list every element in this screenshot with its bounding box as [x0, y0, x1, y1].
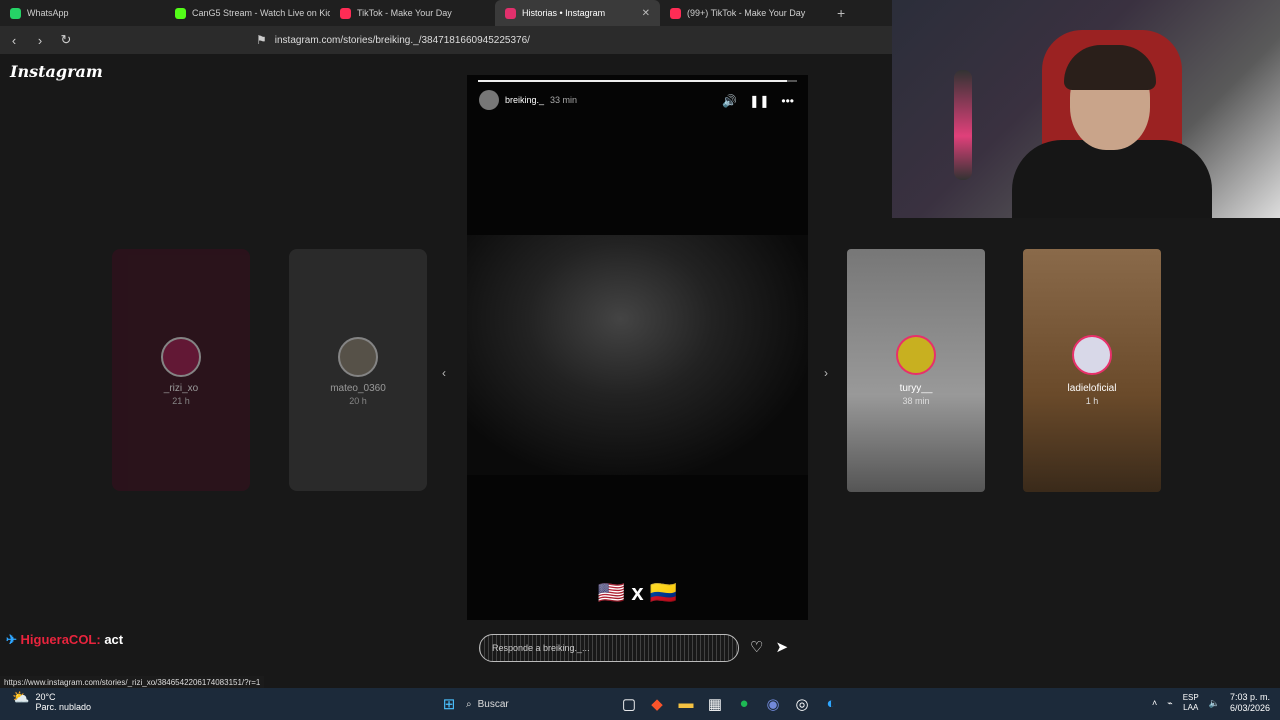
story-controls: 🔊 ❚❚ •••	[722, 94, 794, 108]
lang-layout: LAA	[1183, 703, 1199, 712]
bookmark-icon[interactable]: ⚑	[256, 33, 267, 47]
pause-icon[interactable]: ❚❚	[749, 94, 769, 108]
weather-widget[interactable]: ⛅ 20°C Parc. nublado	[12, 689, 91, 712]
chat-user: HigueraCOL:	[20, 632, 101, 647]
instagram-icon	[505, 7, 516, 19]
story-username: _rizi_xo	[163, 383, 199, 394]
speaker-icon[interactable]: 🔈	[1209, 698, 1220, 709]
avatar[interactable]	[479, 90, 499, 110]
tab-instagram[interactable]: Historias • Instagram ✕	[495, 0, 660, 26]
back-icon[interactable]: ‹	[8, 33, 20, 48]
story-time: 21 h	[172, 396, 190, 406]
url-field[interactable]: ⚑ instagram.com/stories/breiking._/38471…	[256, 29, 856, 51]
cloud-sun-icon: ⛅	[12, 689, 30, 705]
kick-icon	[175, 7, 186, 19]
system-tray: ˄ ⌁ ESP LAA 🔈 7:03 p. m. 6/03/2026	[1152, 692, 1270, 714]
story-photo	[467, 235, 808, 475]
whatsapp-icon	[10, 7, 21, 19]
story-preview-rizi[interactable]: _rizi_xo 21 h	[112, 249, 250, 491]
webcam-overlay	[892, 0, 1280, 218]
reload-icon[interactable]: ↻	[60, 32, 72, 48]
close-icon[interactable]: ✕	[642, 8, 650, 19]
chat-message: ✈ HigueraCOL: act	[6, 632, 123, 648]
search-icon: ⌕	[466, 698, 472, 710]
story-header: breiking._ 33 min	[479, 90, 577, 110]
search-label: Buscar	[477, 698, 509, 710]
story-time: 38 min	[902, 396, 930, 406]
avatar	[338, 337, 378, 377]
pin-icon: ✈	[6, 632, 17, 647]
date: 6/03/2026	[1229, 703, 1270, 713]
microphone	[954, 70, 972, 180]
reply-actions: ♡ ➤	[750, 638, 788, 656]
story-time: 20 h	[349, 396, 367, 406]
lang-code: ESP	[1182, 693, 1199, 702]
story-username: ladieloficial	[1067, 383, 1117, 394]
network-icon[interactable]: ⌁	[1167, 698, 1172, 709]
tiktok-icon	[670, 7, 681, 19]
weather-text: Parc. nublado	[35, 702, 91, 712]
story-progress-bar	[478, 80, 797, 82]
language-indicator[interactable]: ESP LAA	[1183, 693, 1199, 713]
time: 7:03 p. m.	[1229, 692, 1270, 702]
story-time: 1 h	[1085, 396, 1099, 406]
new-tab-icon[interactable]: +	[825, 5, 857, 21]
tab-kick[interactable]: CanG5 Stream - Watch Live on Kick	[165, 0, 330, 26]
windows-start-icon[interactable]: ⊞	[440, 695, 458, 713]
clock[interactable]: 7:03 p. m. 6/03/2026	[1230, 692, 1270, 714]
brave-icon[interactable]: ◆	[648, 695, 666, 713]
story-username: turyy__	[899, 383, 933, 394]
heart-icon[interactable]: ♡	[750, 638, 763, 656]
instagram-logo[interactable]: Instagram	[10, 62, 103, 81]
tab-tiktok-2[interactable]: (99+) TikTok - Make Your Day	[660, 0, 825, 26]
tiktok-icon	[340, 7, 351, 19]
store-icon[interactable]: ▦	[706, 695, 724, 713]
discord-icon[interactable]: ◉	[764, 695, 782, 713]
steam-icon[interactable]: ◎	[793, 695, 811, 713]
tab-label: CanG5 Stream - Watch Live on Kick	[192, 8, 330, 18]
url-text: instagram.com/stories/breiking._/3847181…	[274, 34, 530, 46]
more-icon[interactable]: •••	[781, 94, 794, 108]
story-time: 33 min	[550, 95, 578, 105]
volume-icon[interactable]: 🔊	[722, 94, 737, 108]
next-story-icon[interactable]: ›	[824, 366, 828, 380]
chevron-up-icon[interactable]: ˄	[1152, 698, 1157, 708]
tab-whatsapp[interactable]: WhatsApp	[0, 0, 165, 26]
story-preview-ladiel[interactable]: ladieloficial 1 h	[1023, 249, 1161, 492]
story-caption: 🇺🇸 x 🇨🇴	[597, 580, 678, 605]
story-username[interactable]: breiking._	[505, 95, 544, 105]
tab-label: WhatsApp	[27, 8, 69, 18]
story-preview-turyy[interactable]: turyy__ 38 min	[847, 249, 985, 492]
avatar	[896, 335, 936, 375]
tab-label: Historias • Instagram	[522, 8, 606, 18]
taskbar-search[interactable]: ⌕ Buscar	[466, 694, 546, 714]
files-icon[interactable]: ▢	[620, 695, 638, 713]
taskbar: ⛅ 20°C Parc. nublado ⊞ ⌕ Buscar ▢ ◆ ▬ ▦ ●…	[0, 688, 1280, 720]
streamer-body	[1012, 140, 1212, 218]
chat-text: act	[104, 632, 124, 647]
reply-input[interactable]: Responde a breiking._...	[479, 634, 739, 662]
avatar	[1072, 335, 1112, 375]
avatar	[161, 337, 201, 377]
story-username: mateo_0360	[330, 383, 386, 394]
send-icon[interactable]: ➤	[775, 638, 788, 656]
tab-tiktok[interactable]: TikTok - Make Your Day	[330, 0, 495, 26]
spotify-icon[interactable]: ●	[735, 695, 753, 713]
tab-label: TikTok - Make Your Day	[357, 8, 452, 18]
active-story[interactable]: breiking._ 33 min 🔊 ❚❚ ••• 🇺🇸 x 🇨🇴	[467, 75, 808, 620]
forward-icon[interactable]: ›	[34, 33, 46, 48]
prev-story-icon[interactable]: ‹	[442, 366, 446, 380]
temperature: 20°C	[35, 692, 56, 702]
story-preview-mateo[interactable]: mateo_0360 20 h	[289, 249, 427, 491]
tab-label: (99+) TikTok - Make Your Day	[687, 8, 806, 18]
edge-icon[interactable]: ◐	[822, 695, 840, 713]
folder-icon[interactable]: ▬	[677, 695, 695, 713]
